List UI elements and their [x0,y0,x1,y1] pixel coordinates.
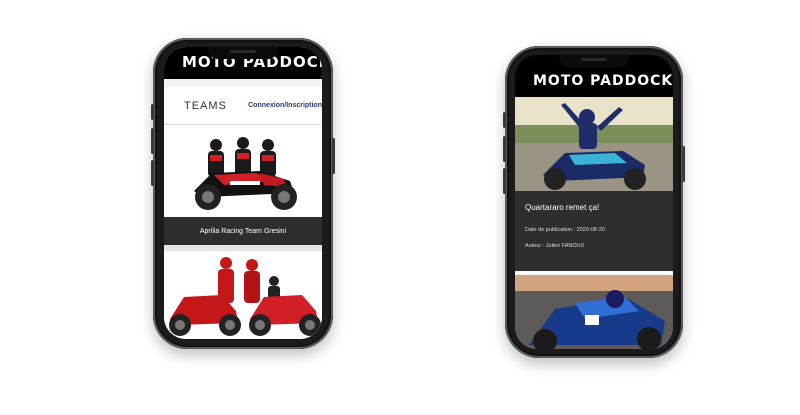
phone-notch [559,55,629,67]
team-photo [164,125,322,217]
article-card[interactable]: Quartararo remet ça! Date de publication… [515,191,673,271]
rider-celebration-image [515,97,673,191]
login-signup-link[interactable]: Connexion/Inscription [248,102,322,109]
team-photo [164,251,322,339]
article-photo[interactable] [515,275,673,349]
phone-left: MOTO PADDOCK TEAMS Connexion/Inscription [151,38,335,349]
article-photo[interactable] [515,97,673,191]
screen-teams: MOTO PADDOCK TEAMS Connexion/Inscription [164,47,322,339]
brand-logo: MOTO PADDOCK [533,73,673,89]
team-card[interactable] [164,251,322,339]
team-card[interactable]: Aprilia Racing Team Gresini [164,125,322,245]
aprilia-team-image [194,137,297,210]
rider-racing-image [515,275,673,349]
article-title[interactable]: Quartararo remet ça! [525,203,599,212]
team-caption: Aprilia Racing Team Gresini [164,217,322,245]
page-title: TEAMS [184,99,227,112]
article-author: Auteur : Julien FANOUX [525,243,585,249]
ducati-team-image [169,257,321,336]
article-date: Date de publication : 2020-08-20 [525,227,605,233]
screen-news: MOTO PADDOCK Quartararo remet ça! Date d… [515,55,673,349]
teams-subnav: TEAMS Connexion/Inscription [164,87,322,125]
phone-notch [208,47,278,59]
phone-right: MOTO PADDOCK Quartararo remet ça! Date d… [503,46,685,358]
